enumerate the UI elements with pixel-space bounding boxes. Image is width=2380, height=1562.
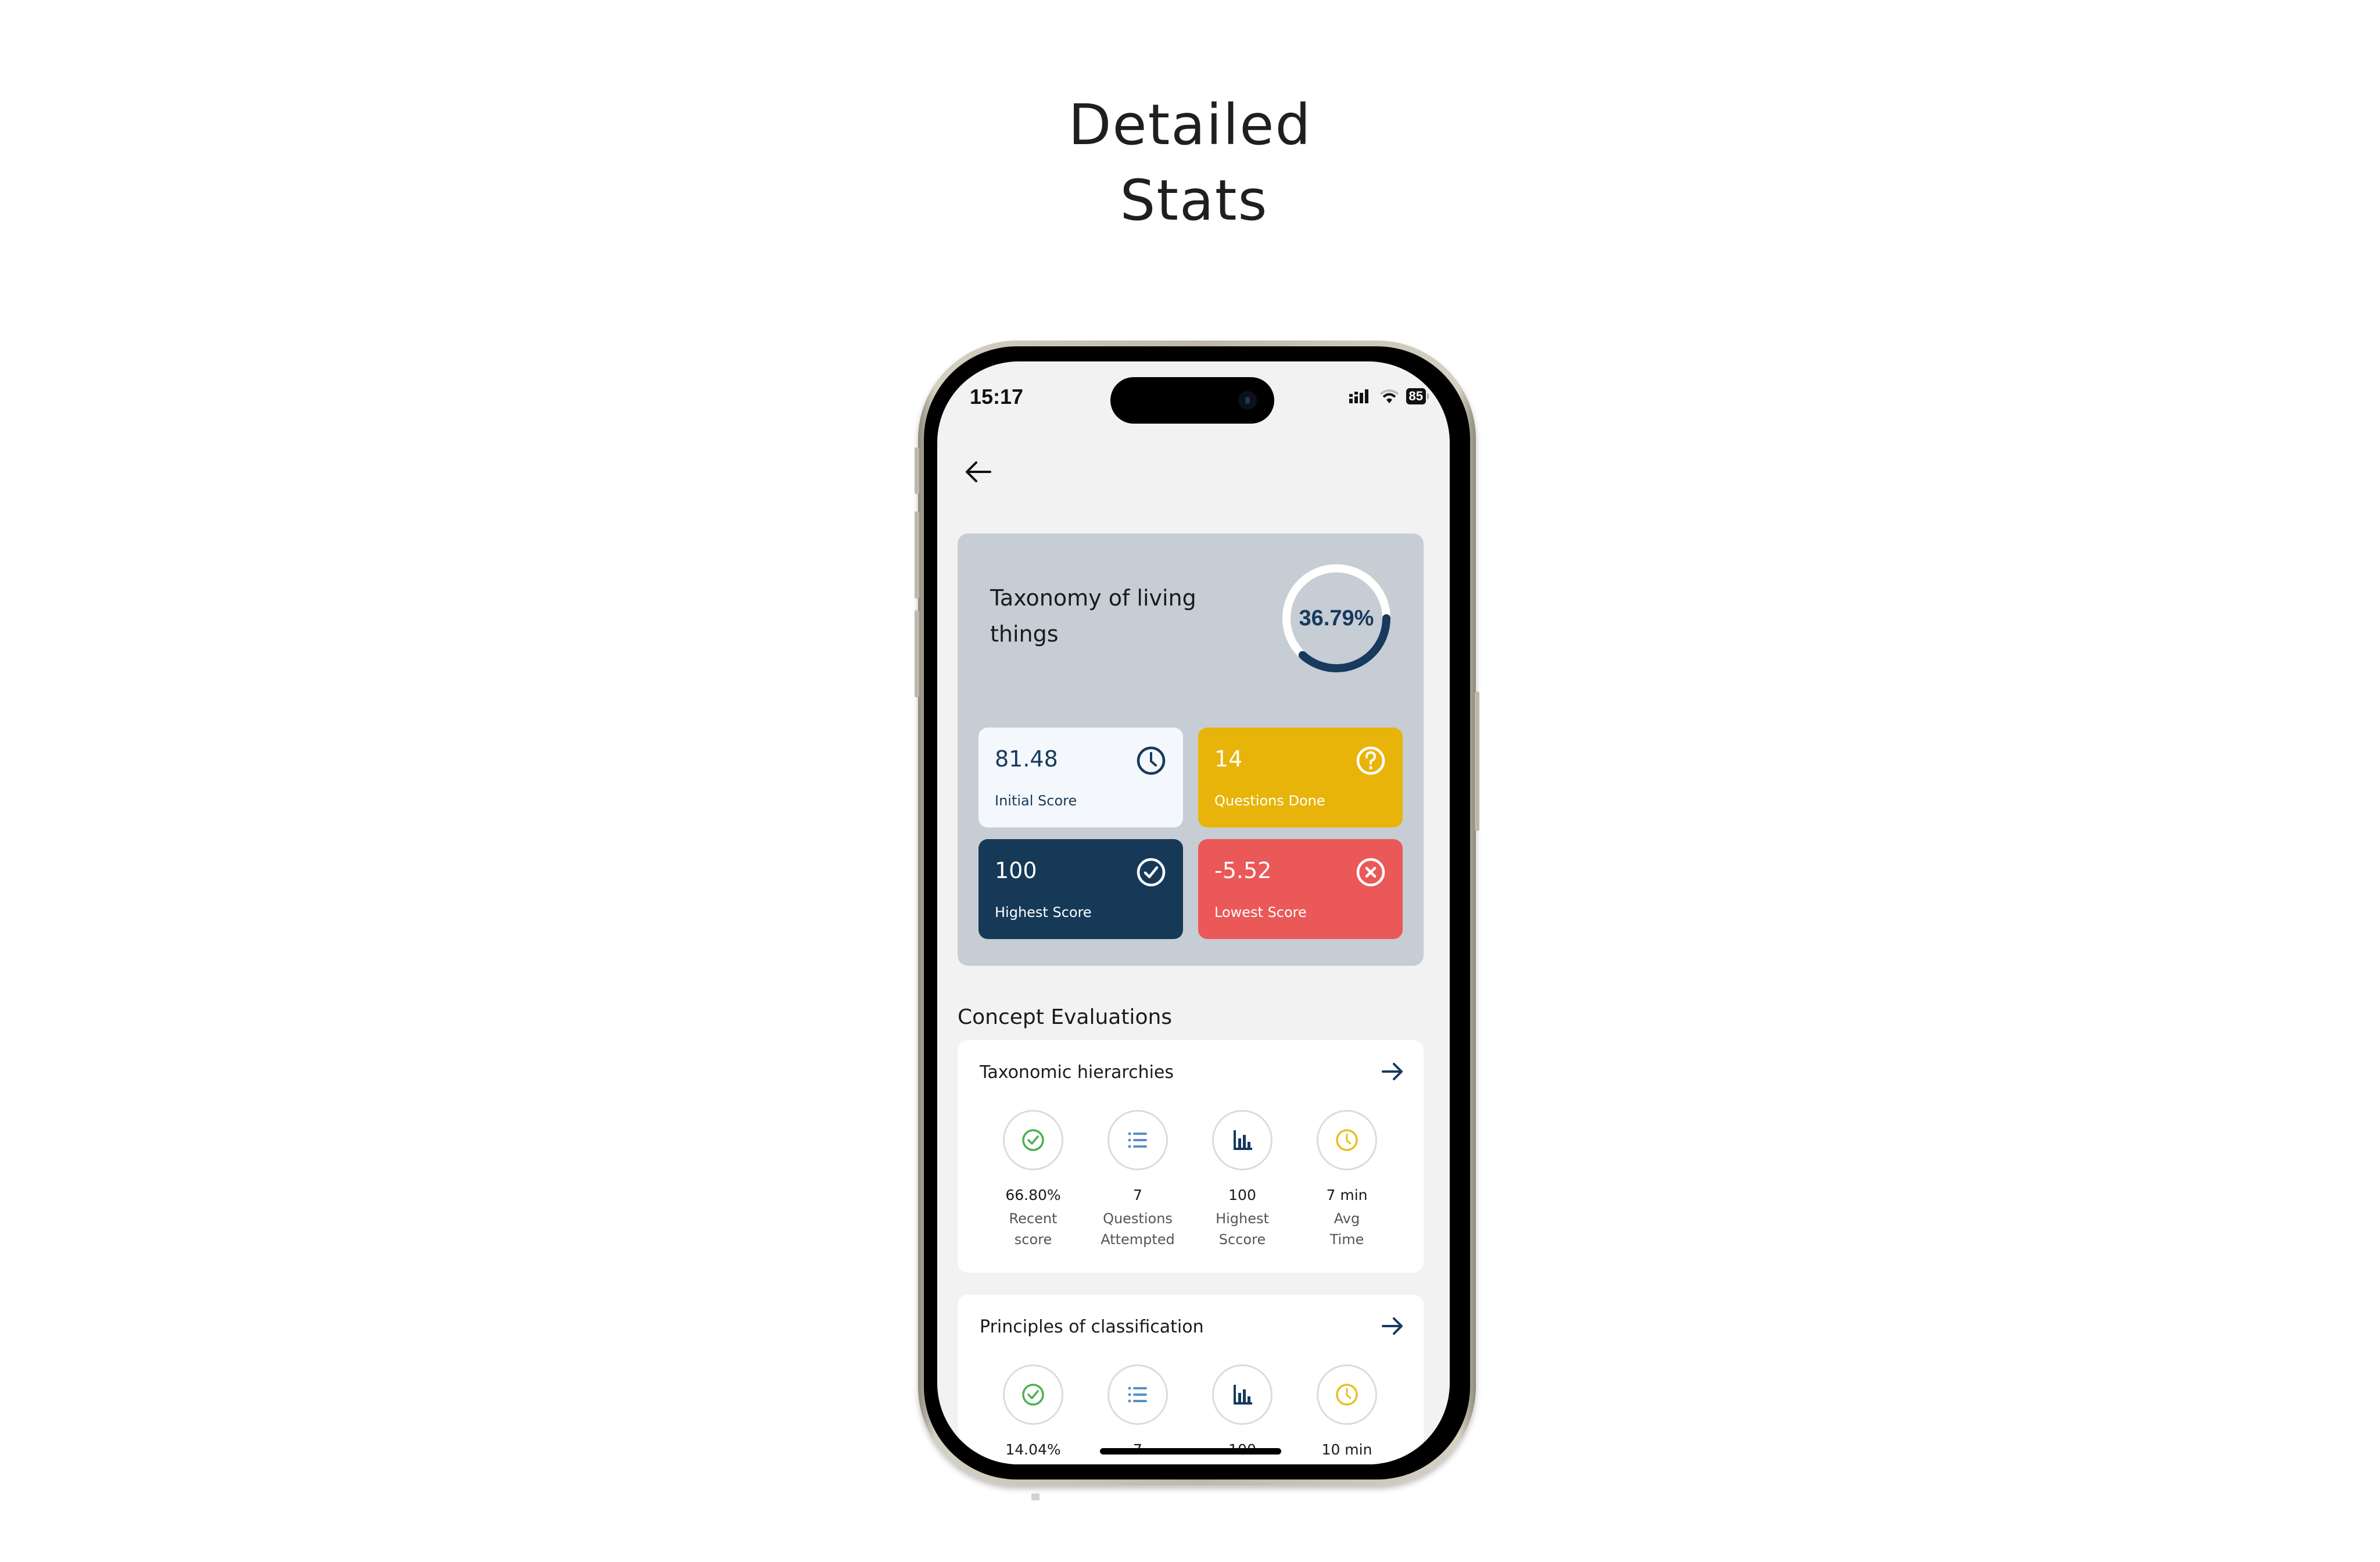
- cellular-signal-icon: [1349, 389, 1368, 403]
- concept-card[interactable]: Principles of classification 14.04% 7 10…: [958, 1295, 1424, 1464]
- question-circle-icon: [1356, 746, 1385, 775]
- metric-icon-circle: [1317, 1110, 1377, 1170]
- stat-card-questions-done: 14 Questions Done: [1198, 728, 1403, 827]
- check-circle-icon: [1022, 1384, 1044, 1406]
- metric-value: 14.04%: [1005, 1441, 1061, 1458]
- metric-label: Questions Attempted: [1101, 1210, 1175, 1248]
- stat-value: 81.48: [995, 746, 1058, 772]
- metric-highest-score: 100 Highest Sccore: [1190, 1110, 1295, 1250]
- stat-label: Lowest Score: [1214, 904, 1307, 920]
- stat-card-lowest-score: -5.52 Lowest Score: [1198, 839, 1403, 939]
- topic-summary-card: Taxonomy of living things 36.79% 81.48 I…: [958, 533, 1424, 966]
- metric-highest-score: 100: [1190, 1364, 1295, 1458]
- metric-avg-time: 10 min: [1295, 1364, 1399, 1458]
- power-button: [1475, 692, 1479, 831]
- metric-value: 100: [1228, 1187, 1256, 1203]
- metric-icon-circle: [1003, 1364, 1063, 1425]
- decorative-mark: [1031, 1493, 1040, 1500]
- stat-card-initial-score: 81.48 Initial Score: [978, 728, 1183, 827]
- metric-value: 66.80%: [1005, 1187, 1061, 1203]
- stat-label: Highest Score: [995, 904, 1092, 920]
- metric-value: 10 min: [1321, 1441, 1372, 1458]
- arrow-right-icon[interactable]: [1378, 1312, 1406, 1340]
- page-heading-line2: Stats: [1120, 168, 1268, 233]
- check-circle-icon: [1137, 858, 1166, 887]
- page-heading: Detailed Stats: [0, 87, 2380, 238]
- stat-value: 14: [1214, 746, 1243, 772]
- topic-title: Taxonomy of living things: [990, 585, 1196, 647]
- bar-chart-icon: [1234, 1385, 1252, 1405]
- metric-value: 7 min: [1326, 1187, 1368, 1203]
- battery-icon: 85: [1406, 388, 1426, 404]
- x-circle-icon: [1356, 858, 1385, 887]
- volume-up-button: [915, 511, 919, 599]
- list-icon: [1128, 1387, 1147, 1403]
- stat-value: 100: [995, 858, 1037, 883]
- progress-percent: 36.79%: [1299, 606, 1374, 630]
- metric-recent-score: 14.04%: [981, 1364, 1085, 1458]
- home-indicator[interactable]: [1100, 1448, 1281, 1454]
- front-camera: [1238, 391, 1257, 410]
- clock-icon: [1336, 1129, 1358, 1151]
- arrow-left-icon: [966, 461, 991, 482]
- page-heading-line1: Detailed: [1068, 92, 1312, 157]
- concept-title: Taxonomic hierarchies: [980, 1062, 1174, 1083]
- metric-questions-attempted: 7 Questions Attempted: [1085, 1110, 1190, 1250]
- check-circle-icon: [1022, 1129, 1044, 1151]
- metric-recent-score: 66.80% Recent score: [981, 1110, 1085, 1250]
- metric-label: Highest Sccore: [1216, 1210, 1269, 1248]
- status-time: 15:17: [970, 385, 1024, 409]
- metric-icon-circle: [1003, 1110, 1063, 1170]
- metric-avg-time: 7 min Avg Time: [1295, 1110, 1399, 1250]
- phone-screen: 15:17 85 Taxonomy of living things 36.79…: [937, 361, 1450, 1464]
- wifi-icon: [1379, 389, 1399, 403]
- concept-card[interactable]: Taxonomic hierarchies 66.80% Recent score…: [958, 1040, 1424, 1273]
- metric-icon-circle: [1107, 1110, 1168, 1170]
- metric-label: Avg Time: [1329, 1210, 1364, 1248]
- status-icons: 85: [1349, 388, 1429, 404]
- dynamic-island: [1110, 377, 1274, 424]
- bar-chart-icon: [1234, 1130, 1252, 1150]
- metric-questions-attempted: 7: [1085, 1364, 1190, 1458]
- metric-icon-circle: [1212, 1364, 1273, 1425]
- metric-icon-circle: [1317, 1364, 1377, 1425]
- metric-label: Recent score: [1009, 1210, 1058, 1248]
- back-button[interactable]: [960, 454, 995, 489]
- clock-icon: [1336, 1384, 1358, 1406]
- metric-icon-circle: [1212, 1110, 1273, 1170]
- stat-card-highest-score: 100 Highest Score: [978, 839, 1183, 939]
- volume-down-button: [915, 610, 919, 697]
- metric-value: 7: [1133, 1187, 1142, 1203]
- metric-icon-circle: [1107, 1364, 1168, 1425]
- stat-label: Questions Done: [1214, 793, 1325, 809]
- action-button: [915, 447, 919, 494]
- clock-icon: [1137, 746, 1166, 775]
- section-title-concept-evaluations: Concept Evaluations: [958, 1005, 1173, 1029]
- concept-title: Principles of classification: [980, 1317, 1204, 1337]
- list-icon: [1128, 1132, 1147, 1148]
- stat-label: Initial Score: [995, 793, 1077, 809]
- arrow-right-icon[interactable]: [1378, 1058, 1406, 1085]
- stat-value: -5.52: [1214, 858, 1272, 883]
- battery-cap: [1427, 393, 1429, 399]
